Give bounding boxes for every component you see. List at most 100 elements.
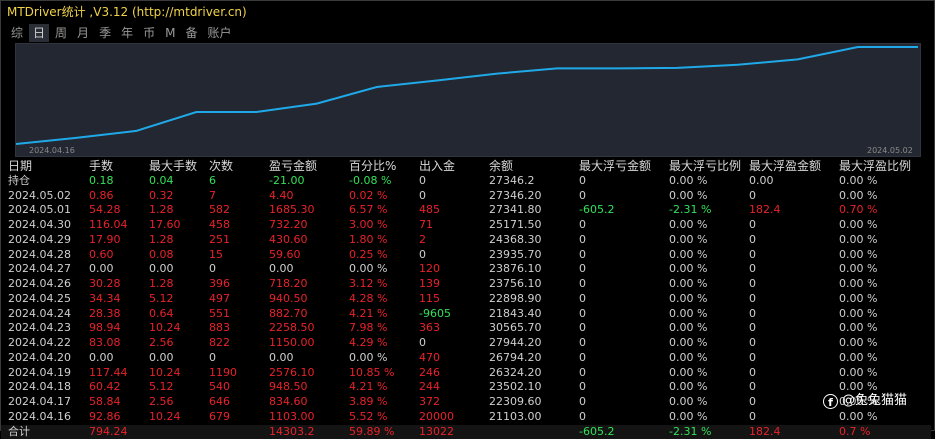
table-row-cell: 0 [749, 248, 756, 263]
table-row-cell: 1.28 [149, 203, 174, 218]
table-row-cell: 0.00 % [839, 351, 877, 366]
table-row-cell: 246 [419, 366, 440, 381]
table-row-cell: 15 [209, 248, 223, 263]
table-row-cell: 3.89 % [349, 395, 387, 410]
tab-9[interactable]: 账户 [203, 24, 235, 42]
table-row-cell: 23502.10 [489, 380, 542, 395]
table-row-cell: 0.00 % [669, 292, 707, 307]
table-row-cell: 2024.04.25 [8, 292, 71, 307]
table-row-cell: 60.42 [89, 380, 121, 395]
table-row-cell: 0.00 [89, 351, 114, 366]
table-row-cell: 718.20 [269, 277, 308, 292]
table-row-cell: 4.29 % [349, 336, 387, 351]
table-row-cell: 0.64 [149, 307, 174, 322]
table-row-cell: 71 [419, 218, 433, 233]
table-row-cell: 10.24 [149, 366, 181, 381]
table-row-cell: 2.56 [149, 395, 174, 410]
tab-7[interactable]: M [161, 24, 179, 42]
holding-row-cell: 0.04 [149, 174, 174, 189]
table-row-cell: 83.08 [89, 336, 121, 351]
table-row: 2024.04.1758.842.56646834.603.89 %372223… [1, 395, 931, 410]
tab-8[interactable]: 备 [181, 24, 201, 42]
table-row-cell: 0.00 % [669, 307, 707, 322]
table-row-cell: 0.00 % [839, 248, 877, 263]
table-row-cell: 1685.30 [269, 203, 315, 218]
table-row-cell: 4.21 % [349, 307, 387, 322]
table-row-cell: 0 [579, 248, 586, 263]
table-row-cell: 28.38 [89, 307, 121, 322]
table-row-cell: 0 [749, 233, 756, 248]
table-row-cell: -9605 [419, 307, 451, 322]
table-row-cell: 0.00 % [669, 395, 707, 410]
tab-3[interactable]: 月 [73, 24, 93, 42]
holding-row-cell: 0.00 % [669, 174, 707, 189]
table-row-cell: 0 [579, 351, 586, 366]
window-title: MTDriver统计 ,V3.12 (http://mtdriver.cn) [7, 4, 247, 20]
table-header-cell: 日期 [8, 159, 32, 174]
table-row-cell: 0.00 % [839, 262, 877, 277]
table-row-cell: 0.00 % [669, 336, 707, 351]
table-row-cell: 396 [209, 277, 230, 292]
table-row-cell: 0.00 [89, 262, 114, 277]
table-row-cell: 98.94 [89, 321, 121, 336]
table-row-cell: 0.00 % [839, 292, 877, 307]
table-row-cell: 2024.04.26 [8, 277, 71, 292]
table-row-cell: 0.00 % [669, 366, 707, 381]
table-row: 2024.04.30116.0417.60458732.203.00 %7125… [1, 218, 931, 233]
equity-chart [15, 43, 921, 157]
table-header-cell: 最大浮盈金额 [749, 159, 821, 174]
table-row-cell: 0 [749, 380, 756, 395]
table-row-cell: 117.44 [89, 366, 128, 381]
table-row-cell: 2576.10 [269, 366, 315, 381]
table-row-cell: 0 [749, 262, 756, 277]
tab-1[interactable]: 日 [29, 24, 49, 42]
table-row-cell: 0.00 % [669, 189, 707, 204]
facebook-icon: f [823, 394, 838, 409]
table-row-cell: 0.00 % [839, 321, 877, 336]
table-row-cell: 0 [209, 351, 216, 366]
table-row-cell: 0 [579, 277, 586, 292]
table-row-cell: 470 [419, 351, 440, 366]
table-row-cell: 2024.04.20 [8, 351, 71, 366]
table-row-cell: 5.12 [149, 292, 174, 307]
table-row-cell: 1190 [209, 366, 237, 381]
table-row-cell: 430.60 [269, 233, 308, 248]
table-row-cell: 2024.05.01 [8, 203, 71, 218]
table-row-cell: 0 [749, 218, 756, 233]
table-row-cell: 59.60 [269, 248, 301, 263]
stats-table: 日期手数最大手数次数盈亏金额百分比%出入金余额最大浮亏金额最大浮亏比例最大浮盈金… [1, 159, 931, 439]
table-row-cell: 23876.10 [489, 262, 542, 277]
tab-0[interactable]: 综 [7, 24, 27, 42]
holding-row-cell: 持仓 [8, 174, 30, 189]
equity-line [16, 47, 918, 144]
period-tab-bar: 综日周月季年币M备账户 [7, 24, 238, 42]
table-row-cell: 458 [209, 218, 230, 233]
table-row-cell: 23935.70 [489, 248, 542, 263]
table-row-cell: 115 [419, 292, 440, 307]
table-row-cell: 34.34 [89, 292, 121, 307]
table-row-cell: 0 [749, 321, 756, 336]
table-row-cell: 0.00 % [349, 351, 387, 366]
table-header-cell: 盈亏金额 [269, 159, 317, 174]
table-row-cell: 27341.80 [489, 203, 542, 218]
holding-row-cell: 0.00 [749, 174, 774, 189]
table-row-cell: 0.00 % [669, 248, 707, 263]
table-header-cell: 出入金 [419, 159, 455, 174]
table-row-cell: 2024.05.02 [8, 189, 71, 204]
table-row-cell: 679 [209, 410, 230, 425]
table-header-cell: 最大浮亏比例 [669, 159, 741, 174]
tab-2[interactable]: 周 [51, 24, 71, 42]
table-row-cell: 244 [419, 380, 440, 395]
table-row-cell: 0.00 % [669, 380, 707, 395]
table-row-cell: 948.50 [269, 380, 308, 395]
tab-6[interactable]: 币 [139, 24, 159, 42]
table-row-cell: -605.2 [579, 203, 614, 218]
table-row-cell: 883 [209, 321, 230, 336]
table-row-cell: 26324.20 [489, 366, 542, 381]
tab-5[interactable]: 年 [117, 24, 137, 42]
table-row-cell: 2024.04.23 [8, 321, 71, 336]
tab-4[interactable]: 季 [95, 24, 115, 42]
table-row-cell: 25171.50 [489, 218, 542, 233]
table-row: 2024.04.2917.901.28251430.601.80 %224368… [1, 233, 931, 248]
table-row-cell: 0 [749, 351, 756, 366]
